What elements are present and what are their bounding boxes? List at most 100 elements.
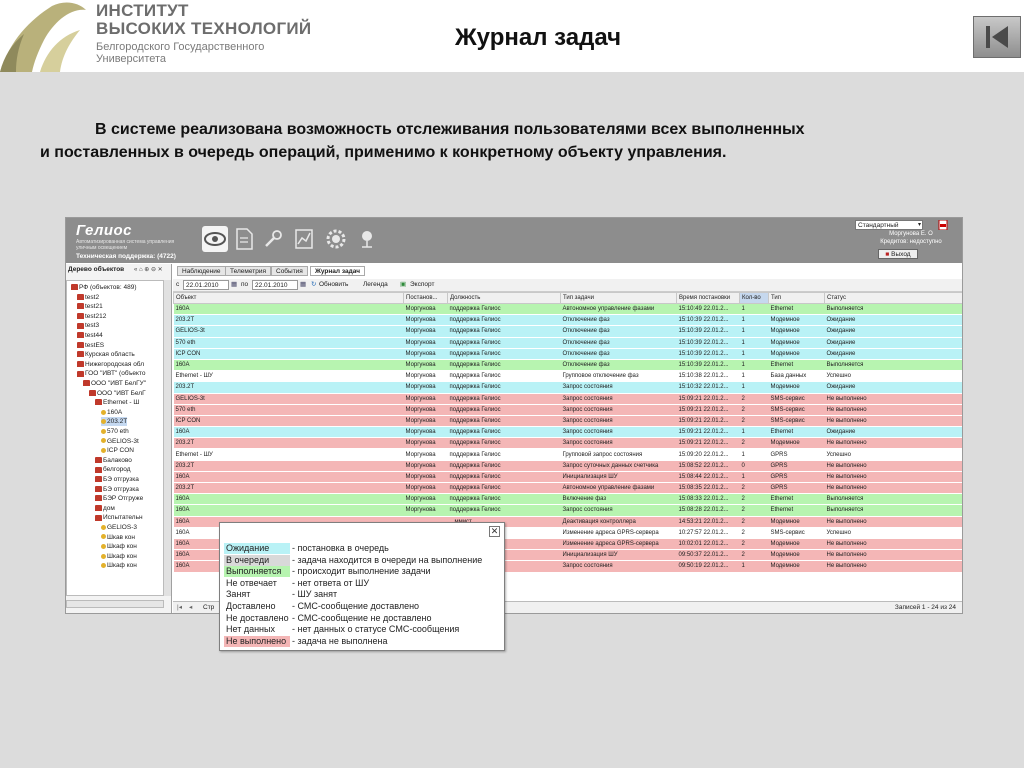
table-row[interactable]: 203.2T Моргунова поддержка Гелиос Автономно… — [173, 482, 962, 495]
gear-icon[interactable] — [324, 227, 348, 251]
tab-telemetry[interactable]: Телеметрия — [225, 266, 272, 276]
date-to-input[interactable]: 22.01.2010 — [252, 280, 298, 290]
tree-node[interactable]: БЭ отгрузка — [95, 475, 139, 484]
tree-node[interactable]: Курская область — [77, 350, 135, 359]
calendar-icon[interactable]: ▦ — [300, 280, 306, 290]
tree-leaf[interactable]: GELIOS-3t — [101, 437, 139, 446]
table-row[interactable]: GELIOS-3t Моргунова поддержка Гелиос Запрос… — [173, 393, 962, 405]
legend-button[interactable]: Легенда — [363, 280, 388, 290]
calendar-icon[interactable]: ▦ — [231, 280, 237, 290]
table-cell: Моргунова — [403, 348, 448, 360]
tree-node-label: test212 — [85, 312, 107, 320]
table-row[interactable]: GELIOS-3t Моргунова поддержка Гелиос Отключ… — [173, 325, 962, 338]
view-preset-select[interactable]: Стандартный ▾ — [855, 220, 923, 230]
column-header-time[interactable]: Время постановки — [676, 292, 740, 304]
table-cell: 15:08:44 22.01.2... — [676, 471, 740, 484]
tree-node[interactable]: test21 — [77, 302, 103, 311]
tree-node[interactable]: test212 — [77, 312, 106, 321]
first-page-icon[interactable]: |◂ — [177, 602, 182, 613]
column-header-task-type[interactable]: Тип задачи — [560, 292, 677, 304]
table-row[interactable]: 160A Моргунова поддержка Гелиос Инициализац… — [173, 471, 962, 484]
tree-leaf[interactable]: Шкаф кон — [101, 542, 137, 551]
column-header-object[interactable]: Объект — [173, 292, 404, 304]
table-row[interactable]: Ethernet - ШУ Моргунова поддержка Гелиос Гр… — [173, 370, 962, 383]
legend-item: Не отвечает - нет ответа от ШУ — [224, 577, 369, 589]
tree-scrollbar[interactable] — [164, 280, 171, 596]
settings-tools-icon[interactable] — [262, 228, 284, 250]
column-header-assigned-by[interactable]: Постанов... — [403, 292, 448, 304]
table-cell: 1 — [739, 370, 769, 383]
tree-node[interactable]: ГОО "ИВТ" (объекто — [77, 369, 145, 378]
tree-node[interactable]: Балаково — [95, 456, 132, 465]
close-icon[interactable]: ✕ — [489, 526, 500, 537]
tree-node[interactable]: Испытательн — [95, 513, 143, 522]
table-row[interactable]: 570 eth Моргунова поддержка Гелиос Запрос с… — [173, 404, 962, 416]
tree-leaf[interactable]: ICP CON — [101, 446, 134, 455]
column-header-status[interactable]: Статус — [824, 292, 962, 304]
tree-leaf[interactable]: Шкаф кон — [101, 552, 137, 561]
table-row[interactable]: ICP CON Моргунова поддержка Гелиос Отключен… — [173, 348, 962, 360]
back-button[interactable] — [973, 16, 1021, 58]
table-row[interactable]: 160A Моргунова поддержка Гелиос Запрос сост… — [173, 504, 962, 517]
table-row[interactable]: 203.2T Моргунова поддержка Гелиос Отключени… — [173, 314, 962, 327]
table-row[interactable]: 203.2T Моргунова поддержка Гелиос Запрос со… — [173, 381, 962, 394]
table-row[interactable]: 203.2T Моргунова поддержка Гелиос Запрос су… — [173, 460, 962, 472]
table-row[interactable]: 160A Моргунова поддержка Гелиос Включение ф… — [173, 493, 962, 506]
tree-leaf[interactable]: 203.2T — [101, 417, 128, 427]
tree-node[interactable]: БЭ отгрузка — [95, 485, 139, 494]
refresh-button[interactable]: Обновить — [319, 280, 348, 290]
tab-task-log[interactable]: Журнал задач — [310, 266, 365, 276]
tree-node[interactable]: ООО "ИВТ БелГ — [89, 389, 146, 398]
network-icon[interactable] — [356, 228, 378, 250]
column-header-channel[interactable]: Тип — [768, 292, 825, 304]
tree-leaf[interactable]: GELIOS-3 — [101, 523, 137, 532]
tree-node[interactable]: РФ (объектов: 489) — [71, 283, 136, 292]
table-row[interactable]: 570 eth Моргунова поддержка Гелиос Отключен… — [173, 337, 962, 349]
tree-node-label: Шкаф кон — [107, 552, 137, 560]
tree-node[interactable]: Ethernet - Ш — [95, 398, 139, 407]
table-cell: 2 — [739, 482, 769, 495]
tree-leaf[interactable]: Шкав кон — [101, 533, 135, 542]
lamp-icon — [101, 428, 106, 434]
tree-horizontal-scrollbar[interactable] — [66, 600, 164, 608]
table-cell: 1 — [739, 325, 769, 338]
document-icon[interactable] — [234, 228, 254, 250]
tree-node[interactable]: ООО "ИВТ БелГУ" — [83, 379, 146, 388]
tree-node[interactable]: test44 — [77, 331, 103, 340]
table-row[interactable]: 160A Моргунова поддержка Гелиос Отключение … — [173, 359, 962, 372]
object-tree[interactable]: РФ (объектов: 489) test2 test21 test212 test… — [66, 280, 164, 596]
date-from-input[interactable]: 22.01.2010 — [183, 280, 229, 290]
chart-icon[interactable] — [294, 228, 314, 250]
monitoring-tool-button[interactable] — [202, 226, 228, 252]
tree-node-label: БЭР Отгруже — [103, 495, 144, 503]
export-button[interactable]: Экспорт — [410, 280, 434, 290]
pdf-icon[interactable] — [938, 220, 948, 230]
table-row[interactable]: 160A Моргунова поддержка Гелиос Автономное … — [173, 303, 962, 316]
tree-node[interactable]: test2 — [77, 293, 99, 302]
tree-node[interactable]: testES — [77, 341, 104, 350]
column-header-position[interactable]: Должность — [447, 292, 561, 304]
exit-button[interactable]: ■ Выход — [878, 249, 918, 259]
tree-node[interactable]: Нижегородская обл — [77, 360, 144, 369]
tree-node[interactable]: дом — [95, 504, 115, 513]
column-header-count[interactable]: Кол-во — [739, 292, 769, 304]
table-row[interactable]: 203.2T Моргунова поддержка Гелиос Запрос со… — [173, 437, 962, 450]
tab-observation[interactable]: Наблюдение — [177, 266, 226, 276]
tree-node[interactable]: БЭР Отгруже — [95, 494, 143, 503]
prev-page-icon[interactable]: ◂ — [189, 602, 192, 613]
tab-events[interactable]: События — [271, 266, 308, 276]
house-icon — [95, 514, 102, 521]
tree-leaf[interactable]: Шкаф кон — [101, 561, 137, 570]
tree-node[interactable]: белгород — [95, 465, 131, 474]
legend-status-label: Не доставлено — [224, 612, 290, 624]
table-row[interactable]: 160A Моргунова поддержка Гелиос Запрос сост… — [173, 426, 962, 439]
table-cell: Моргунова — [403, 370, 448, 383]
tree-leaf[interactable]: 570 eth — [101, 427, 129, 436]
table-cell: Модемное — [768, 538, 825, 551]
tree-toolbar-icons[interactable]: « ⌂ ⊕ ⊖ ✕ — [134, 266, 163, 273]
tree-node[interactable]: test3 — [77, 321, 99, 330]
table-row[interactable]: Ethernet - ШУ Моргунова поддержка Гелиос Гр… — [173, 448, 962, 461]
table-row[interactable]: ICP CON Моргунова поддержка Гелиос Запрос с… — [173, 415, 962, 428]
table-cell: Запрос суточных данных счетчика — [560, 460, 677, 472]
tree-leaf[interactable]: 160A — [101, 408, 122, 417]
